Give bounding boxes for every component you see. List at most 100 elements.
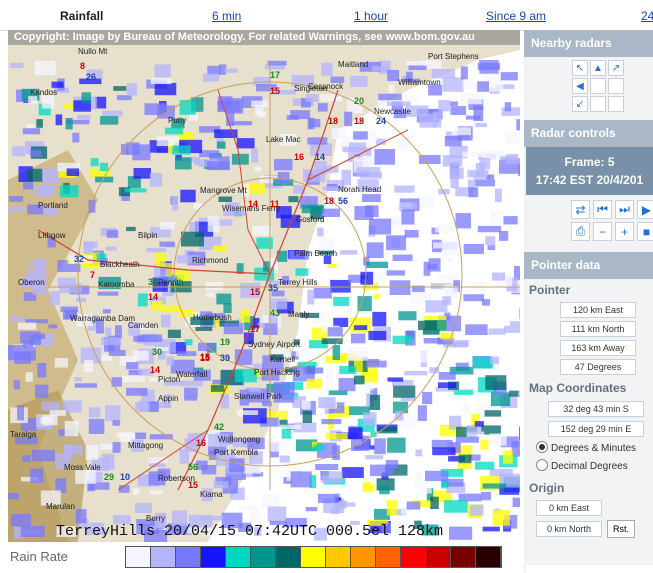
arrow-e-icon[interactable] [608,78,624,94]
rain-cell [205,282,224,291]
place-label: Kandos [30,88,58,97]
radar-controls-title: Radar controls [524,120,653,147]
link-1-hour[interactable]: 1 hour [354,9,388,23]
frame-time: 17:42 EST 20/4/201 [535,173,644,187]
rain-cell [519,308,520,320]
reset-button[interactable]: Rst. [607,520,635,538]
rain-cell [105,405,121,422]
obs-gust: 18 [328,116,339,126]
rain-cell [387,377,404,382]
rain-cell [468,187,479,198]
rain-cell [488,328,506,335]
pointer-data-title: Pointer data [524,252,653,279]
rain-cell [181,231,204,247]
legend-swatch [401,547,426,567]
rain-cell [76,297,87,303]
rain-cell [386,101,411,107]
rain-cell [74,383,97,388]
arrow-n-icon[interactable]: ▲ [590,60,606,76]
rain-cell [341,467,364,478]
rain-cell [105,246,117,251]
next-frame-icon[interactable]: ⏭ [615,200,634,219]
rain-cell [23,181,34,190]
arrow-s-icon[interactable] [590,96,606,112]
zoom-in-icon[interactable]: + [615,222,634,241]
obs-gust: 56 [338,196,349,206]
obs-temp: 16 [196,438,207,448]
place-label: Gosford [296,215,325,224]
rain-cell [126,83,138,96]
arrow-w-icon[interactable]: ◀ [572,78,588,94]
rain-cell [13,380,20,390]
rain-cell [27,168,43,182]
rain-cell [500,72,518,81]
rain-cell [74,377,82,382]
obs-temp: 18 [324,196,335,206]
rain-cell [223,303,232,314]
rain-cell [450,106,467,115]
obs-temp: 30 [148,277,159,287]
rain-cell [34,258,46,274]
rain-cell [404,230,419,238]
rain-cell [417,405,427,421]
rain-cell [37,363,47,378]
radar-map[interactable]: Copyright: Image by Bureau of Meteorolog… [8,30,520,542]
radio-decimal-degrees[interactable]: Decimal Degrees [536,459,628,472]
radio-degrees-minutes[interactable]: Degrees & Minutes [536,441,636,454]
arrow-sw-icon[interactable]: ↙ [572,96,588,112]
rain-cell [152,300,163,311]
rain-cell [133,168,151,179]
rain-cell [321,62,333,76]
rain-cell [216,293,232,305]
rain-cell [99,162,109,171]
first-frame-icon[interactable]: ⏮ [593,200,612,219]
link-6-min[interactable]: 6 min [212,9,241,23]
rain-cell [238,505,260,510]
rain-cell [217,100,241,113]
obs-temp: 17 [270,70,281,80]
rain-cell [438,382,457,388]
rain-cell [442,77,464,92]
rain-cell [100,116,119,125]
rain-cell [213,481,229,489]
pointer-degrees: 47 Degrees [560,359,636,375]
rain-cell [449,101,458,106]
rain-cell [267,60,287,66]
rain-cell [307,289,315,305]
place-label: Moss Vale [64,463,101,472]
rain-cell [42,415,58,426]
nearby-radars-title: Nearby radars [524,30,653,57]
stop-icon[interactable]: ■ [637,222,653,241]
rain-cell [165,127,184,135]
arrow-nw-icon[interactable]: ↖ [572,60,588,76]
rain-cell [206,161,230,171]
rain-cell [489,209,505,225]
rain-cell [137,293,148,307]
play-icon[interactable]: ▶ [637,200,653,219]
arrow-ne-icon[interactable]: ↗ [608,60,624,76]
rain-cell [433,242,443,249]
link-since-9am[interactable]: Since 9 am [486,9,546,23]
rain-cell [66,168,80,176]
rain-cell [363,412,377,426]
rain-cell [249,509,260,519]
obs-temp: 17 [250,324,261,334]
rain-cell [489,356,500,365]
rain-cell [363,484,375,493]
rain-cell [360,271,374,285]
print-icon[interactable]: ⎙ [571,222,590,241]
rain-cell [441,480,449,489]
rain-cell [195,327,213,331]
rain-cell [477,81,489,92]
zoom-out-icon[interactable]: − [593,222,612,241]
rain-cell [393,385,416,398]
rain-cell [370,464,394,477]
swap-icon[interactable]: ⇄ [571,200,590,219]
rain-cell [306,378,323,389]
obs-gust: 14 [148,292,159,302]
rain-cell [179,100,196,115]
link-24-hours[interactable]: 24 [641,9,653,23]
place-label: Katoomba [98,280,135,289]
rain-cell [418,196,435,209]
arrow-se-icon[interactable] [608,96,624,112]
